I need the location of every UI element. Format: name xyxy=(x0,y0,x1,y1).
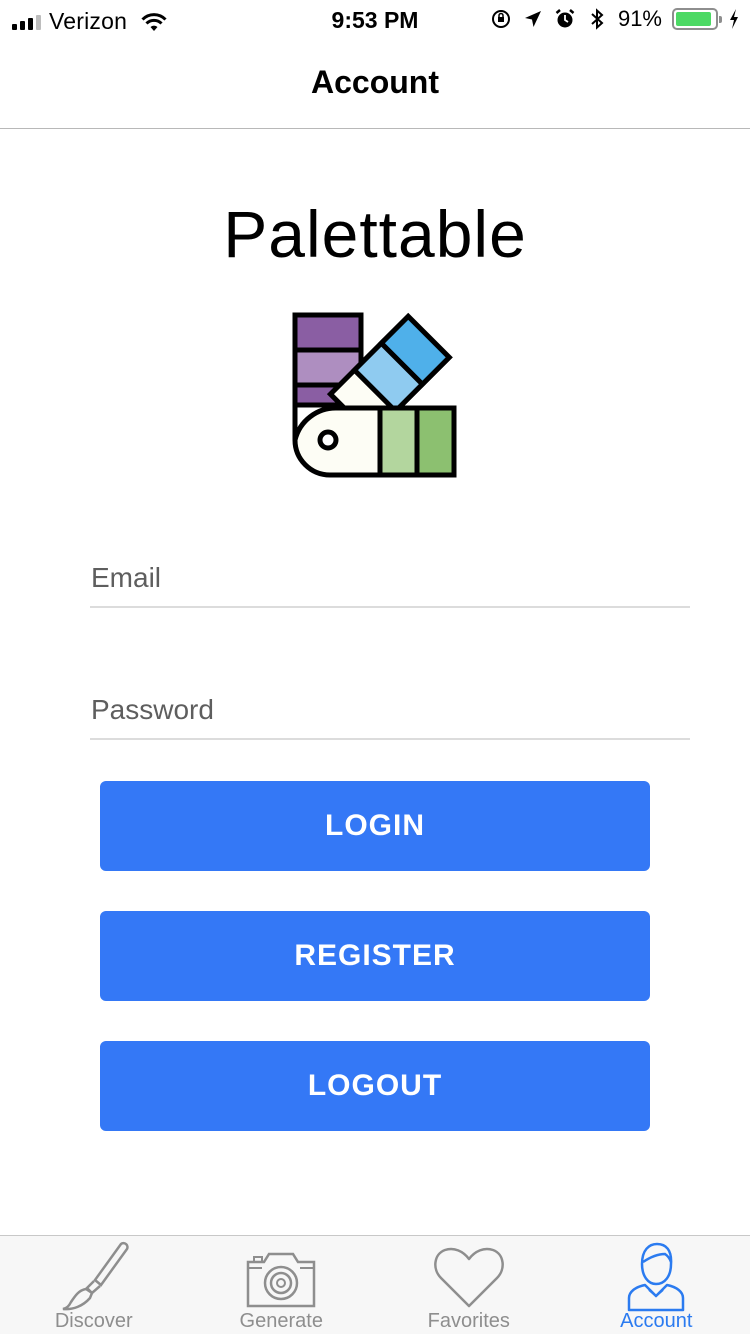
email-field-container xyxy=(90,550,690,608)
alarm-clock-icon xyxy=(555,9,575,28)
tab-label-account: Account xyxy=(620,1310,693,1332)
orientation-lock-icon xyxy=(491,10,510,28)
battery-percent: 91% xyxy=(617,6,662,31)
bluetooth-icon xyxy=(591,8,604,30)
battery-icon xyxy=(672,8,722,30)
login-button[interactable]: LOGIN xyxy=(100,781,650,871)
tab-discover[interactable]: Discover xyxy=(0,1236,188,1334)
user-icon xyxy=(628,1242,685,1312)
password-field[interactable] xyxy=(90,682,690,738)
page-title: Account xyxy=(311,64,439,100)
color-swatch-logo-icon xyxy=(292,312,457,478)
location-arrow-icon xyxy=(524,11,541,27)
heart-icon xyxy=(433,1247,504,1308)
camera-icon xyxy=(247,1252,316,1308)
tab-label-generate: Generate xyxy=(239,1310,323,1332)
email-field[interactable] xyxy=(90,550,690,606)
status-right: 91% xyxy=(490,6,740,32)
tab-generate[interactable]: Generate xyxy=(188,1236,376,1334)
charging-bolt-icon xyxy=(730,9,738,29)
register-button[interactable]: REGISTER xyxy=(100,911,650,1001)
logout-button[interactable]: LOGOUT xyxy=(100,1041,650,1131)
password-field-container xyxy=(90,682,690,740)
paintbrush-icon xyxy=(62,1241,129,1311)
tab-favorites[interactable]: Favorites xyxy=(375,1236,563,1334)
tab-label-discover: Discover xyxy=(54,1310,133,1332)
app-name: Palettable xyxy=(223,197,527,271)
tab-bar: Discover Generate Favorites Account xyxy=(0,1235,750,1334)
tab-label-favorites: Favorites xyxy=(427,1310,510,1332)
navigation-header: Account xyxy=(0,40,750,129)
tab-account[interactable]: Account xyxy=(563,1236,750,1334)
status-bar: Verizon 9:53 PM 91% xyxy=(0,0,750,40)
